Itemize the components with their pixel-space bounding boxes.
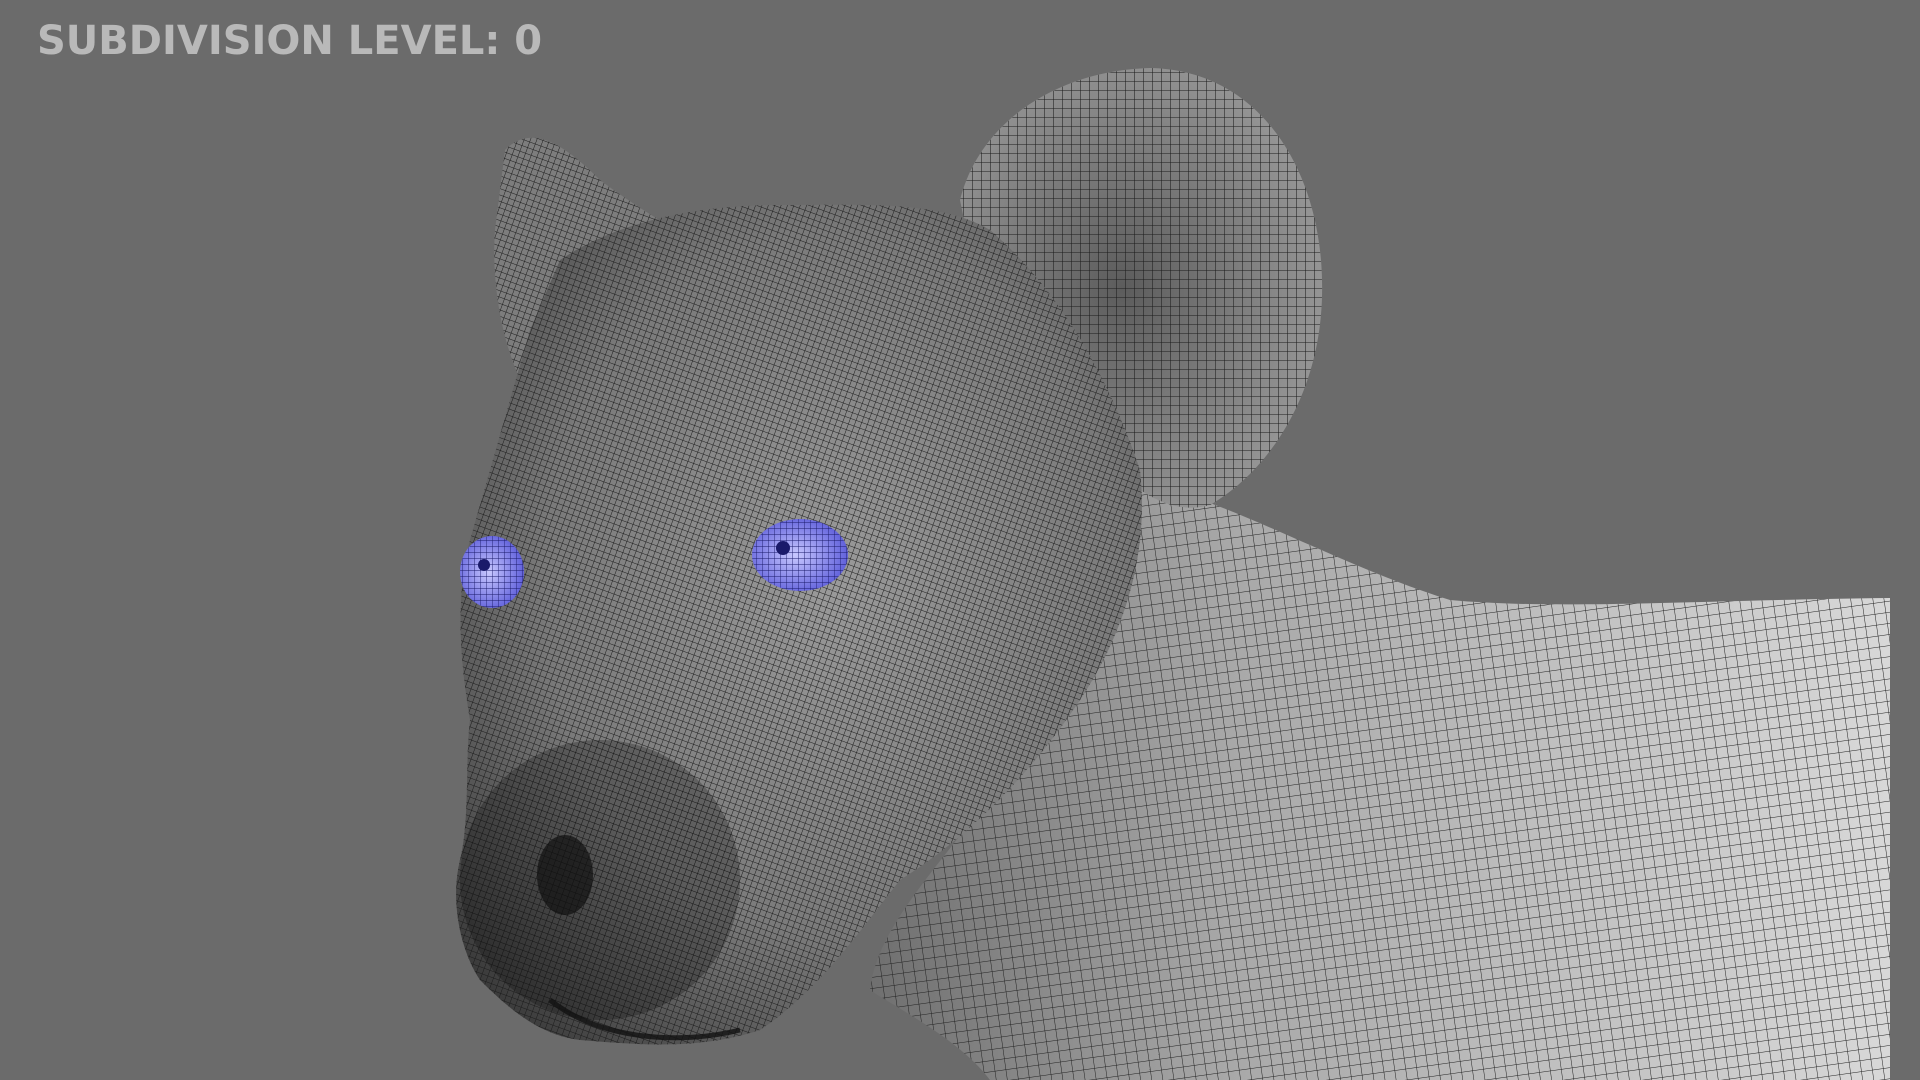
- left-eye-mesh: [460, 536, 524, 608]
- 3d-viewport[interactable]: SUBDIVISION LEVEL: 0: [0, 0, 1920, 1080]
- subdivision-level-label: SUBDIVISION LEVEL: 0: [37, 18, 543, 64]
- right-eye-mesh: [752, 519, 848, 591]
- model-render: [456, 68, 1890, 1080]
